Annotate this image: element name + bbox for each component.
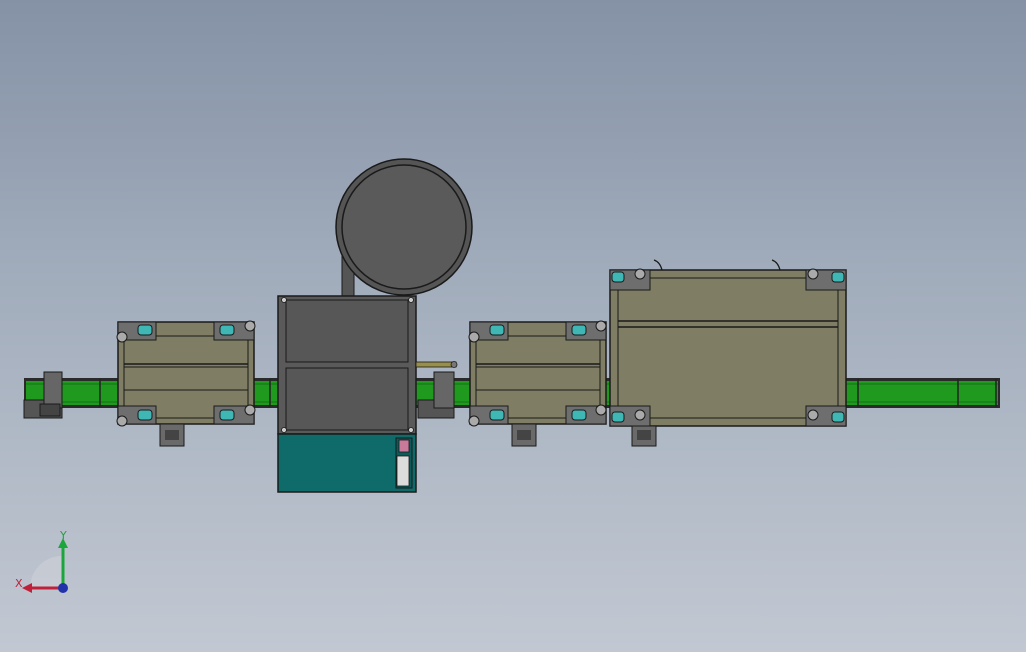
graphics-viewport[interactable]: Y X [0, 0, 1026, 652]
orientation-triad: Y X [15, 529, 68, 593]
hopper-body[interactable] [277, 295, 417, 435]
x-axis-label: X [15, 577, 23, 590]
x-axis-arrow [22, 583, 32, 593]
station-2-frame[interactable] [468, 320, 607, 447]
hopper-drum[interactable] [335, 158, 473, 301]
station-1-frame[interactable] [116, 320, 256, 447]
station-3-frame[interactable] [609, 259, 847, 447]
z-axis-dot [58, 583, 68, 593]
control-cabinet[interactable] [277, 433, 417, 493]
y-axis-label: Y [59, 529, 67, 542]
transfer-rod[interactable] [415, 361, 458, 368]
assembly-model[interactable] [0, 0, 1026, 652]
triad-plane-shade [30, 556, 62, 588]
